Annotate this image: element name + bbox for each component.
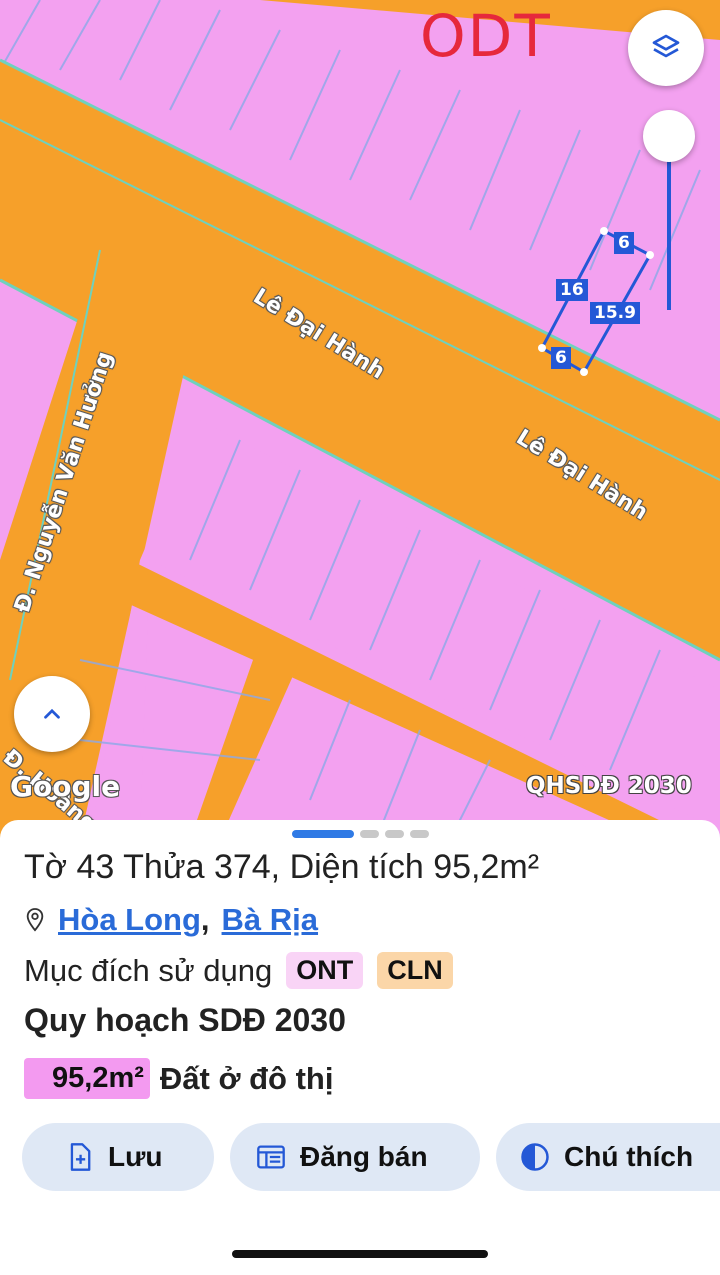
save-button[interactable]: Lưu [22,1123,214,1191]
legend-button[interactable]: Chú thích [496,1123,720,1191]
dimension-left: 16 [556,279,588,301]
expand-up-button[interactable] [14,676,90,752]
list-for-sale-button[interactable]: Đăng bán [230,1123,480,1191]
location-row: Hòa Long , Bà Rịa [24,902,318,938]
list-for-sale-label: Đăng bán [300,1141,428,1172]
list-icon [257,1145,285,1169]
parcel-info-sheet: Tờ 43 Thửa 374, Diện tích 95,2m² Hòa Lon… [0,820,720,1275]
google-attribution: Google [10,770,121,803]
layers-icon [652,34,680,58]
dimension-bottom: 6 [551,347,571,369]
map-canvas [0,0,720,840]
pager-dot-active[interactable] [292,830,354,838]
land-use-label: Mục đích sử dụng [24,952,273,988]
file-add-icon [70,1143,91,1171]
plan-description: Đất ở đô thị [159,1060,334,1096]
opacity-slider-knob[interactable] [643,110,695,162]
ward-link[interactable]: Hòa Long [58,902,201,938]
plan-area-badge: 95,2m² [24,1058,150,1099]
pager-dot[interactable] [360,830,379,838]
pager-dot[interactable] [385,830,404,838]
map-view[interactable]: ODT Lê Đại Hành Lê Đại Hành Đ. Nguyễn Vă… [0,0,720,840]
zone-code-label: ODT [420,2,552,70]
location-separator: , [200,902,210,937]
layer-year-label: QHSDĐ 2030 [526,773,692,799]
half-circle-icon [521,1143,549,1171]
layers-button[interactable] [628,10,704,86]
land-use-row: Mục đích sử dụng ONT CLN [24,952,453,989]
dimension-top: 6 [614,232,634,254]
sheet-pager[interactable] [292,830,429,838]
parcel-title: Tờ 43 Thửa 374, Diện tích 95,2m² [24,848,540,886]
land-use-badge-ont: ONT [286,952,364,989]
dimension-right: 15.9 [590,302,640,324]
location-pin-icon [26,908,44,932]
home-indicator[interactable] [232,1250,488,1258]
plan-row: 95,2m² Đất ở đô thị [24,1058,333,1099]
chevron-up-icon [44,708,60,719]
save-button-label: Lưu [108,1141,163,1172]
land-use-badge-cln: CLN [377,952,453,989]
legend-button-label: Chú thích [564,1141,694,1172]
city-link[interactable]: Bà Rịa [222,902,318,938]
pager-dot[interactable] [410,830,429,838]
action-buttons: Lưu Đăng bán Chú thích [22,1123,720,1193]
opacity-slider-track[interactable] [667,160,671,310]
plan-title: Quy hoạch SDĐ 2030 [24,1002,346,1038]
